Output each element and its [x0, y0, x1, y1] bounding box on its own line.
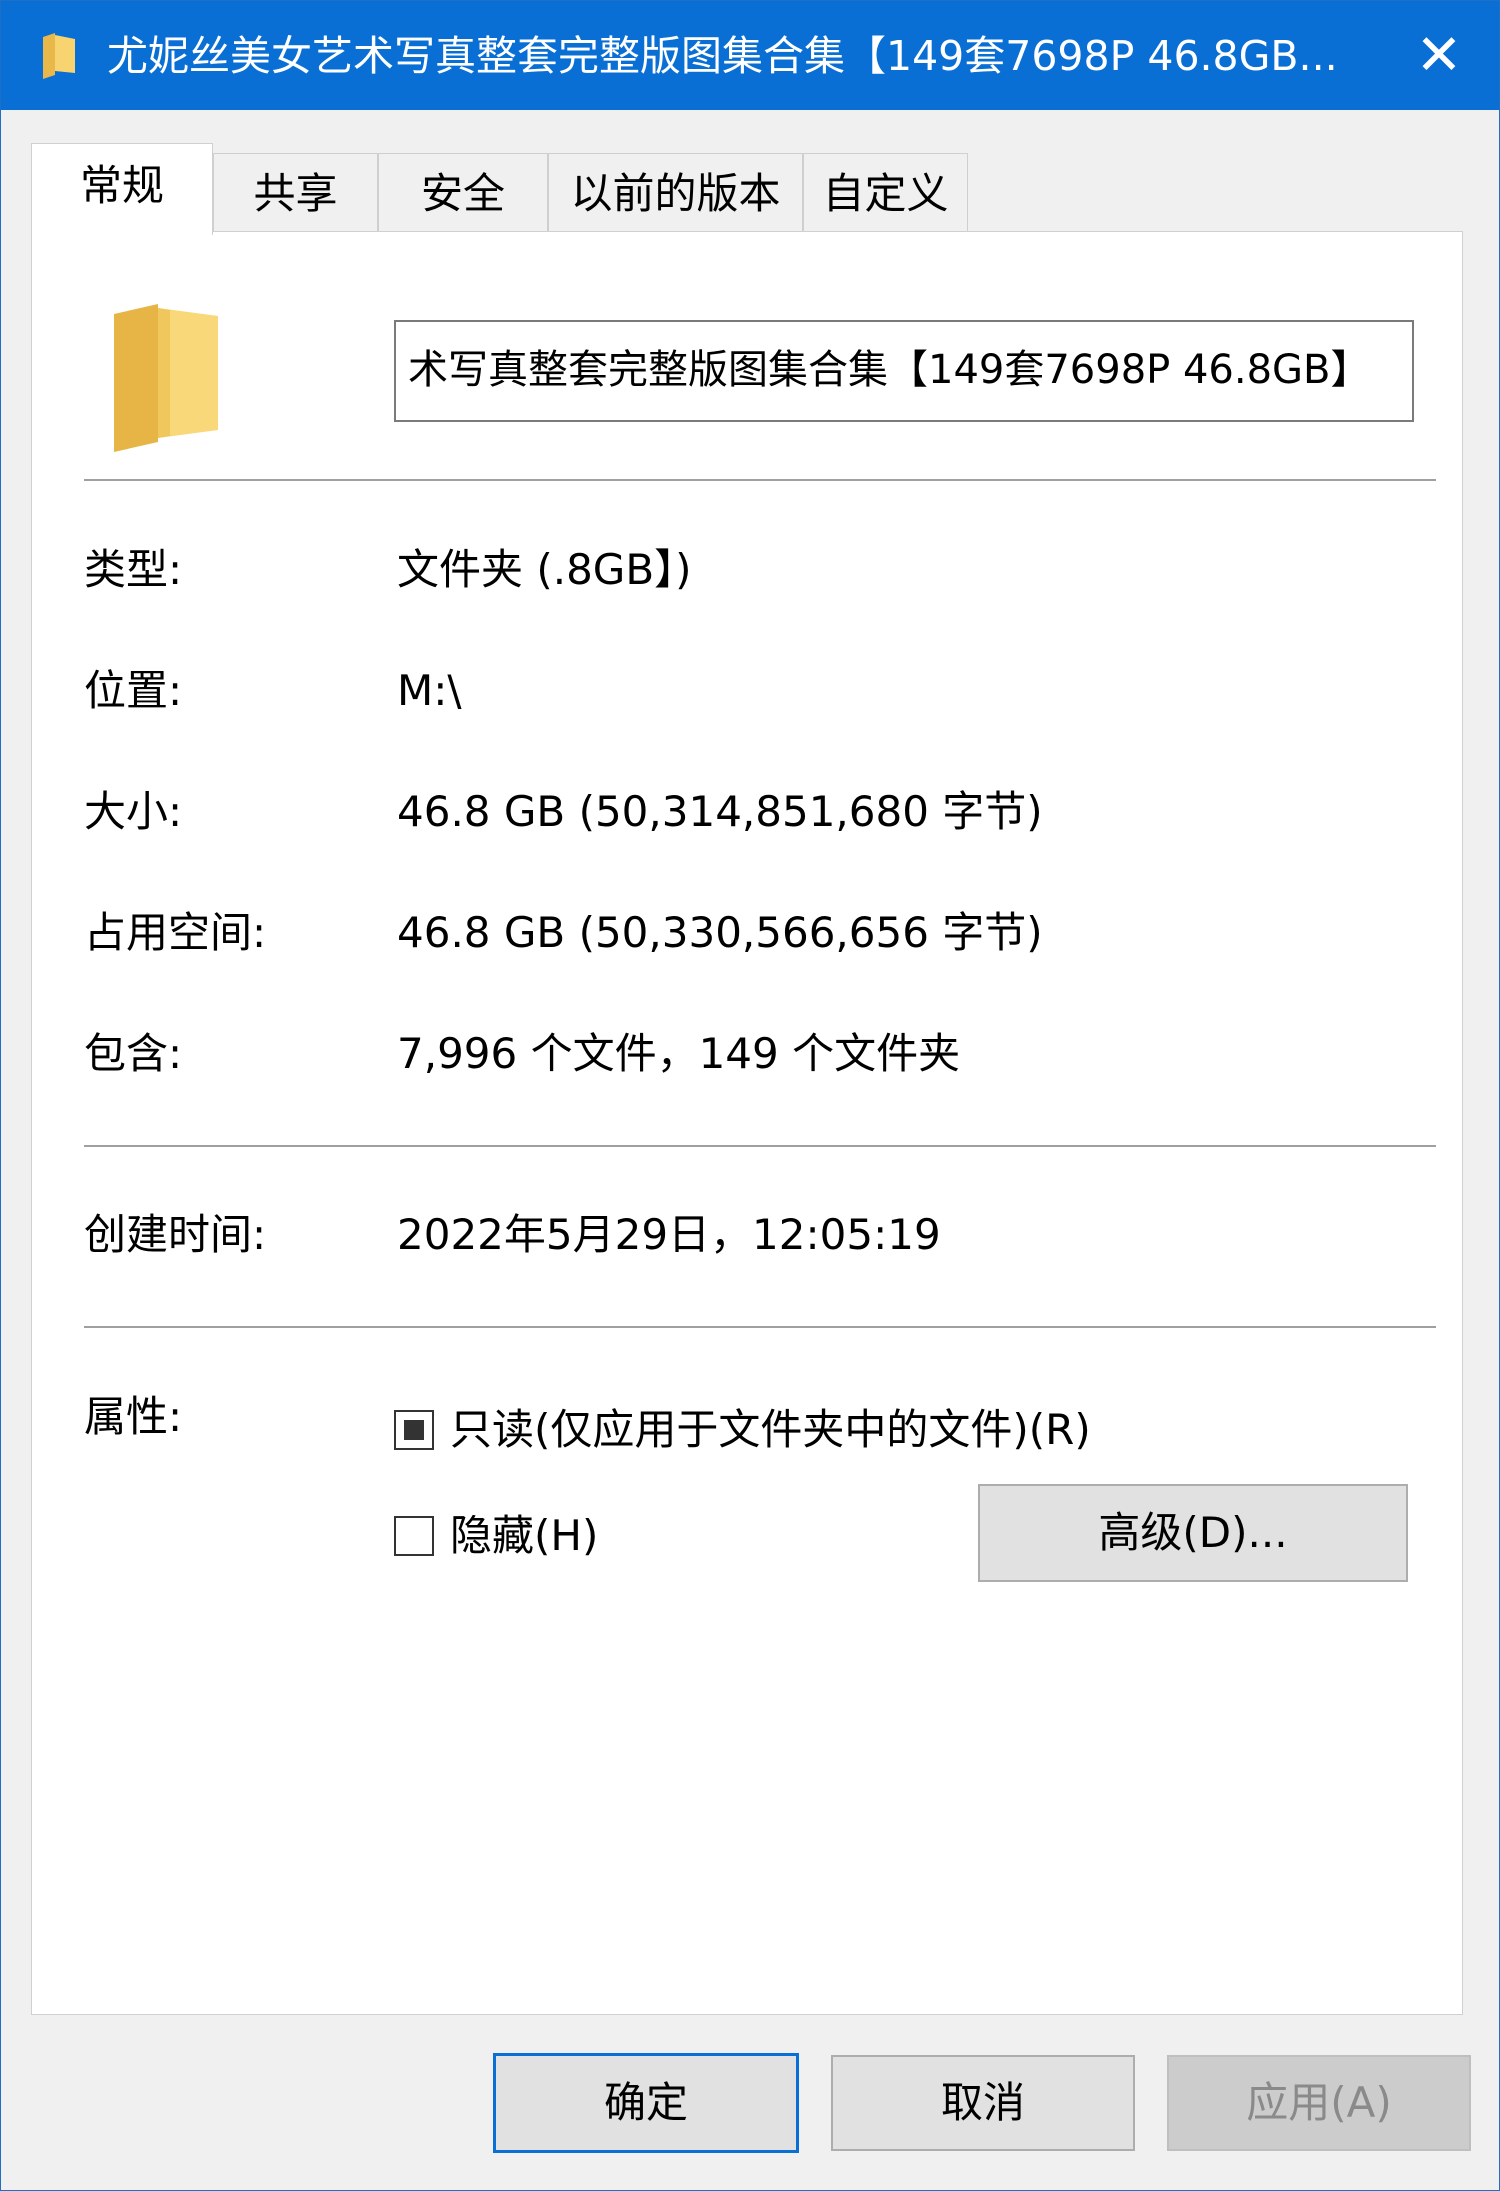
- hidden-checkbox[interactable]: [394, 1516, 434, 1556]
- tab-previous-versions[interactable]: 以前的版本: [548, 153, 803, 233]
- window-title: 尤妮丝美女艺术写真整套完整版图集合集【149套7698P 46.8GB...: [107, 32, 1337, 80]
- apply-button[interactable]: 应用(A): [1167, 2055, 1471, 2151]
- created-value: 2022年5月29日，12:05:19: [397, 1210, 941, 1259]
- created-label: 创建时间:: [84, 1210, 267, 1259]
- tab-customize[interactable]: 自定义: [803, 153, 968, 233]
- attributes-label: 属性:: [84, 1392, 183, 1441]
- tab-sharing[interactable]: 共享: [213, 153, 378, 233]
- hidden-label[interactable]: 隐藏(H): [450, 1506, 598, 1566]
- tab-general[interactable]: 常规: [31, 143, 213, 235]
- disk-size-label: 占用空间:: [84, 908, 267, 957]
- disk-size-value: 46.8 GB (50,330,566,656 字节): [397, 908, 1043, 957]
- title-bar[interactable]: 尤妮丝美女艺术写真整套完整版图集合集【149套7698P 46.8GB... ✕: [1, 1, 1499, 110]
- type-label: 类型:: [84, 545, 183, 594]
- folder-name-input[interactable]: 术写真整套完整版图集合集【149套7698P 46.8GB】: [394, 320, 1414, 422]
- size-label: 大小:: [84, 787, 183, 836]
- advanced-button[interactable]: 高级(D)...: [978, 1484, 1408, 1582]
- general-panel: 术写真整套完整版图集合集【149套7698P 46.8GB】 类型: 文件夹 (…: [31, 231, 1463, 2015]
- separator: [84, 479, 1436, 481]
- size-value: 46.8 GB (50,314,851,680 字节): [397, 787, 1043, 836]
- folder-icon: [43, 33, 75, 79]
- ok-button[interactable]: 确定: [493, 2053, 799, 2153]
- contains-value: 7,996 个文件，149 个文件夹: [397, 1029, 961, 1078]
- contains-label: 包含:: [84, 1029, 183, 1078]
- readonly-label[interactable]: 只读(仅应用于文件夹中的文件)(R): [450, 1400, 1091, 1460]
- cancel-button[interactable]: 取消: [831, 2055, 1135, 2151]
- folder-icon: [114, 304, 218, 452]
- properties-dialog: 尤妮丝美女艺术写真整套完整版图集合集【149套7698P 46.8GB... ✕…: [0, 0, 1500, 2191]
- location-label: 位置:: [84, 666, 183, 715]
- location-value: M:\: [397, 666, 462, 715]
- separator: [84, 1326, 1436, 1328]
- separator: [84, 1145, 1436, 1147]
- tab-security[interactable]: 安全: [378, 153, 548, 233]
- close-button[interactable]: ✕: [1379, 1, 1499, 110]
- type-value: 文件夹 (.8GB】): [397, 545, 692, 594]
- readonly-checkbox[interactable]: [394, 1410, 434, 1450]
